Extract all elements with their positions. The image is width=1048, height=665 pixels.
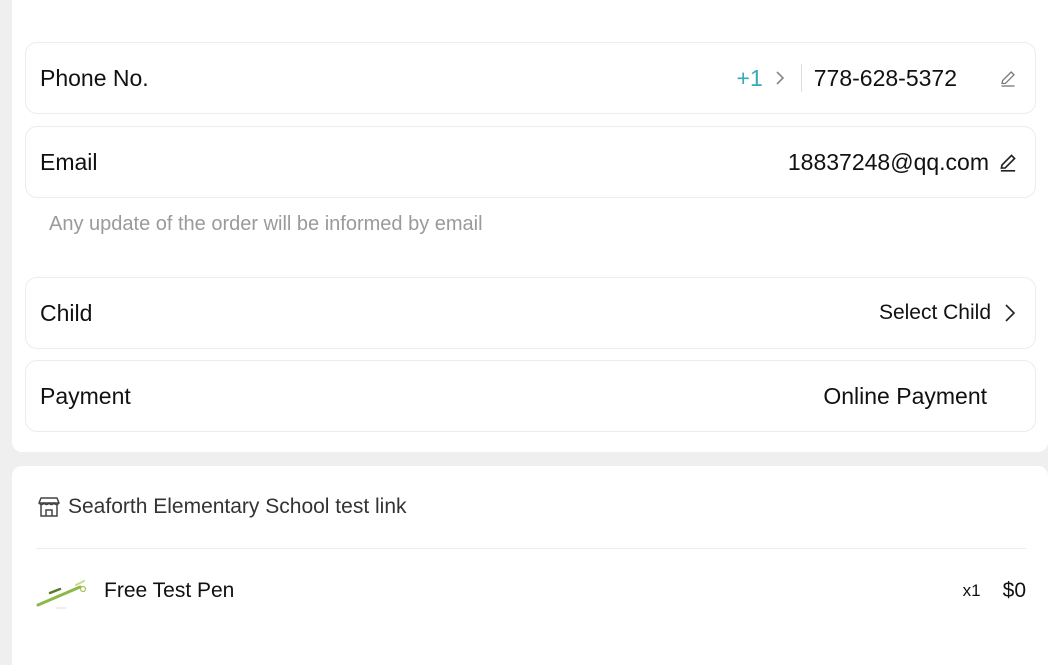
child-label: Child [40, 299, 93, 326]
product-quantity: x1 [962, 581, 981, 600]
payment-value: Online Payment [823, 382, 987, 409]
phone-row: Phone No. +1 778-628-5372 [25, 42, 1036, 114]
chevron-right-icon[interactable] [769, 67, 791, 89]
phone-value-group: +1 778-628-5372 [737, 64, 1021, 92]
store-header: Seaforth Elementary School test link [36, 494, 407, 520]
email-row: Email 18837248@qq.com [25, 126, 1036, 198]
email-hint: Any update of the order will be informed… [49, 213, 483, 235]
email-value: 18837248@qq.com [787, 148, 989, 175]
phone-number: 778-628-5372 [813, 64, 957, 91]
phone-divider [800, 64, 802, 92]
product-thumbnail [36, 580, 87, 609]
email-value-group: 18837248@qq.com [788, 149, 1021, 176]
child-row[interactable]: Child Select Child [25, 277, 1036, 349]
order-item: Free Test Pen x1 $0 [36, 570, 1026, 612]
child-value-group[interactable]: Select Child [879, 301, 1021, 325]
payment-row: Payment Online Payment [25, 360, 1036, 432]
product-name: Free Test Pen [104, 579, 235, 602]
edit-icon[interactable] [995, 149, 1021, 175]
product-price: $0 [1002, 579, 1026, 602]
store-name: Seaforth Elementary School test link [68, 495, 407, 518]
edit-icon[interactable] [995, 65, 1021, 91]
select-child-button[interactable]: Select Child [879, 301, 991, 325]
email-label: Email [40, 148, 98, 175]
phone-label: Phone No. [40, 64, 149, 91]
chevron-right-icon[interactable] [999, 302, 1021, 324]
payment-label: Payment [40, 382, 131, 409]
country-code-selector[interactable]: +1 [737, 65, 763, 92]
store-icon [36, 494, 62, 520]
order-divider [36, 548, 1026, 549]
